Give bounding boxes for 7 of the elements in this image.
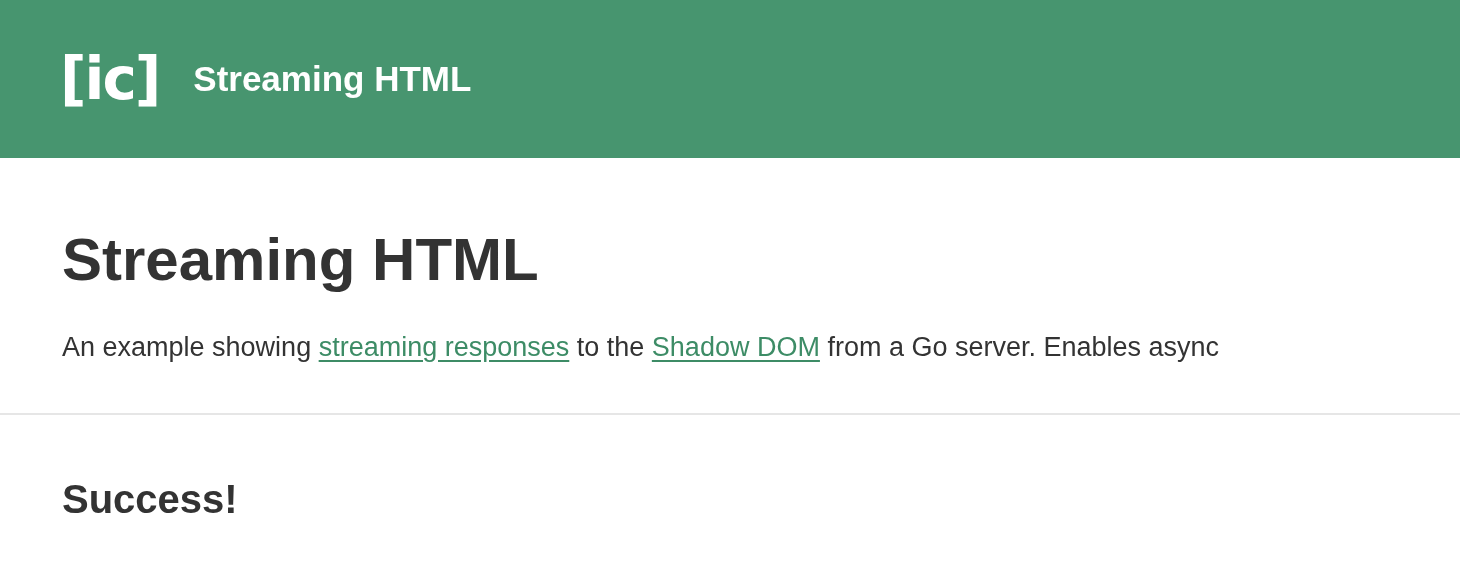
site-title[interactable]: Streaming HTML bbox=[193, 59, 472, 99]
text-link[interactable]: streaming responses bbox=[318, 332, 570, 362]
text-link[interactable]: Shadow DOM bbox=[651, 332, 820, 362]
intro-paragraph: An example showing streaming responses to the Shadow DOM from a Go server. Enables async bbox=[62, 331, 1221, 364]
result-heading: Success! bbox=[62, 477, 239, 523]
logo[interactable]: [ic] bbox=[60, 50, 160, 108]
page-heading: Streaming HTML bbox=[62, 225, 540, 295]
